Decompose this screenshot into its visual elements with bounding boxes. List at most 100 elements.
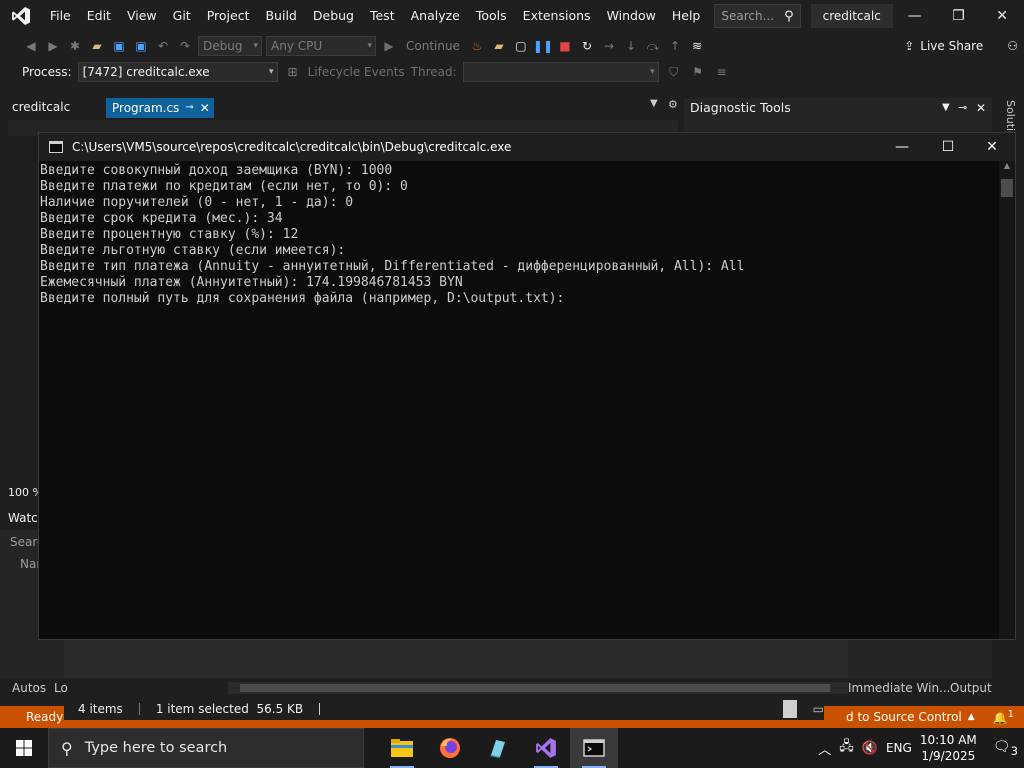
console-close-button[interactable]: ✕ <box>969 133 1015 161</box>
menu-build[interactable]: Build <box>257 0 304 32</box>
clock[interactable]: 10:10 AM 1/9/2025 <box>920 732 977 764</box>
tab-locals[interactable]: Lo <box>54 681 68 695</box>
undo-icon[interactable]: ↶ <box>154 37 172 55</box>
filter-icon[interactable]: ⛉ <box>665 63 683 81</box>
step-into-icon[interactable]: ↓ <box>622 37 640 55</box>
visual-studio-logo-icon[interactable] <box>0 0 42 32</box>
editor-settings-icon[interactable]: ⚙ <box>668 98 678 111</box>
file-explorer-icon[interactable] <box>378 728 426 768</box>
menu-analyze[interactable]: Analyze <box>403 0 468 32</box>
details-view-icon[interactable] <box>782 700 797 718</box>
menu-edit[interactable]: Edit <box>79 0 119 32</box>
step-out-icon[interactable]: ↑ <box>666 37 684 55</box>
tab-creditcalc[interactable]: creditcalc <box>0 96 82 118</box>
solution-name-badge[interactable]: creditcalc <box>810 4 893 28</box>
console-vertical-scrollbar[interactable]: ▲ <box>999 161 1015 639</box>
vs-search-box[interactable]: Search... ⚲ <box>714 4 801 28</box>
format-icon[interactable]: ≋ <box>688 37 706 55</box>
console-maximize-button[interactable]: ☐ <box>925 133 971 161</box>
menu-extensions[interactable]: Extensions <box>515 0 599 32</box>
notification-center-icon[interactable]: 🗨3 <box>993 739 1018 758</box>
minimize-button[interactable]: — <box>893 0 937 32</box>
console-line: Введите процентную ставку (%): 12 <box>40 227 299 242</box>
stop-icon[interactable]: ■ <box>556 37 574 55</box>
source-control-chevron-icon[interactable]: ▲ <box>968 712 975 722</box>
menu-git[interactable]: Git <box>165 0 199 32</box>
lifecycle-events-button[interactable]: Lifecycle Events <box>308 65 405 79</box>
panel-dropdown-icon[interactable]: ▼ <box>942 98 950 118</box>
watch-panel-title[interactable]: Watc <box>8 511 38 525</box>
console-titlebar[interactable]: C:\Users\VM5\source\repos\creditcalc\cre… <box>39 133 1015 161</box>
menu-file[interactable]: File <box>42 0 79 32</box>
save-icon[interactable]: ▣ <box>110 37 128 55</box>
back-icon[interactable]: ◀ <box>22 37 40 55</box>
console-output[interactable]: Введите совокупный доход заемщика (BYN):… <box>39 163 999 639</box>
menu-help[interactable]: Help <box>664 0 709 32</box>
vs-search-placeholder: Search... <box>721 9 775 23</box>
console-window[interactable]: C:\Users\VM5\source\repos\creditcalc\cre… <box>38 132 1016 640</box>
add-to-source-control-button[interactable]: d to Source Control <box>846 710 962 724</box>
pause-icon[interactable]: ❚❚ <box>533 37 553 55</box>
diagnostic-tools-label: Diagnostic Tools <box>690 100 791 115</box>
show-hidden-icons-chevron-icon[interactable]: ︿ <box>818 739 831 758</box>
open-folder-icon[interactable]: ▰ <box>88 37 106 55</box>
configuration-select[interactable]: Debug <box>198 36 262 56</box>
pin-panel-icon[interactable]: ⊸ <box>958 98 967 118</box>
restart-icon[interactable]: ↻ <box>578 37 596 55</box>
close-tab-icon[interactable]: ✕ <box>200 98 210 118</box>
firefox-icon[interactable] <box>426 728 474 768</box>
network-icon[interactable]: 🖧 <box>839 737 854 759</box>
notifications-icon[interactable]: 🔔1 <box>993 709 1014 725</box>
console-taskbar-icon[interactable] <box>570 728 618 768</box>
start-button[interactable] <box>0 728 48 768</box>
hot-reload-icon[interactable]: ♨ <box>468 37 486 55</box>
tab-overflow-icon[interactable]: ▼ <box>650 98 658 109</box>
console-minimize-button[interactable]: — <box>879 133 925 161</box>
large-icons-view-icon[interactable]: ▭ <box>813 702 824 716</box>
show-next-statement-icon[interactable]: → <box>600 37 618 55</box>
menu-test[interactable]: Test <box>362 0 403 32</box>
live-share-button[interactable]: ⇪ Live Share ⚇ <box>904 39 1018 53</box>
horizontal-scrollbar-thumb[interactable] <box>240 684 830 692</box>
language-indicator[interactable]: ENG <box>886 741 912 755</box>
forward-icon[interactable]: ▶ <box>44 37 62 55</box>
continue-button[interactable]: Continue <box>402 39 464 53</box>
menu-project[interactable]: Project <box>199 0 258 32</box>
process-select[interactable]: [7472] creditcalc.exe <box>77 62 278 82</box>
tab-output[interactable]: Output <box>950 681 992 695</box>
thread-select[interactable] <box>462 62 659 82</box>
windows-logo-icon <box>16 740 32 756</box>
menu-debug[interactable]: Debug <box>305 0 362 32</box>
clock-time: 10:10 AM <box>919 733 977 747</box>
step-over-icon[interactable]: ⤼ <box>644 37 662 55</box>
volume-muted-icon[interactable]: 🔇 <box>862 741 878 756</box>
screenshot-icon[interactable]: ▢ <box>512 37 530 55</box>
menu-view[interactable]: View <box>119 0 165 32</box>
pin-icon[interactable]: ⊸ <box>185 98 193 118</box>
scroll-up-icon[interactable]: ▲ <box>999 161 1015 170</box>
menu-window[interactable]: Window <box>599 0 664 32</box>
feedback-icon[interactable]: ⚇ <box>1007 39 1018 53</box>
tab-immediate-window[interactable]: Immediate Win... <box>848 681 951 695</box>
flag-icon[interactable]: ⚑ <box>689 63 707 81</box>
console-title: C:\Users\VM5\source\repos\creditcalc\cre… <box>72 140 512 154</box>
taskbar-search-box[interactable]: ⚲ Type here to search <box>48 728 364 768</box>
save-all-icon[interactable]: ▣ <box>132 37 150 55</box>
browse-folder-icon[interactable]: ▰ <box>490 37 508 55</box>
console-scrollbar-thumb[interactable] <box>1001 179 1013 197</box>
close-panel-icon[interactable]: ✕ <box>976 98 986 118</box>
divider <box>138 703 140 715</box>
new-project-icon[interactable]: ✱ <box>66 37 84 55</box>
tab-autos[interactable]: Autos <box>12 681 46 695</box>
tab-program-cs[interactable]: Program.cs ⊸ ✕ <box>106 98 214 118</box>
redo-icon[interactable]: ↷ <box>176 37 194 55</box>
close-button[interactable]: ✕ <box>980 0 1024 32</box>
notepad-app-icon[interactable] <box>474 728 522 768</box>
selected-size: 56.5 KB <box>256 702 304 716</box>
menu-tools[interactable]: Tools <box>468 0 515 32</box>
item-count: 4 items <box>78 702 123 716</box>
maximize-button[interactable]: ❐ <box>937 0 981 32</box>
platform-select[interactable]: Any CPU <box>266 36 376 56</box>
stack-frame-icon[interactable]: ≡ <box>713 63 731 81</box>
visual-studio-taskbar-icon[interactable] <box>522 728 570 768</box>
